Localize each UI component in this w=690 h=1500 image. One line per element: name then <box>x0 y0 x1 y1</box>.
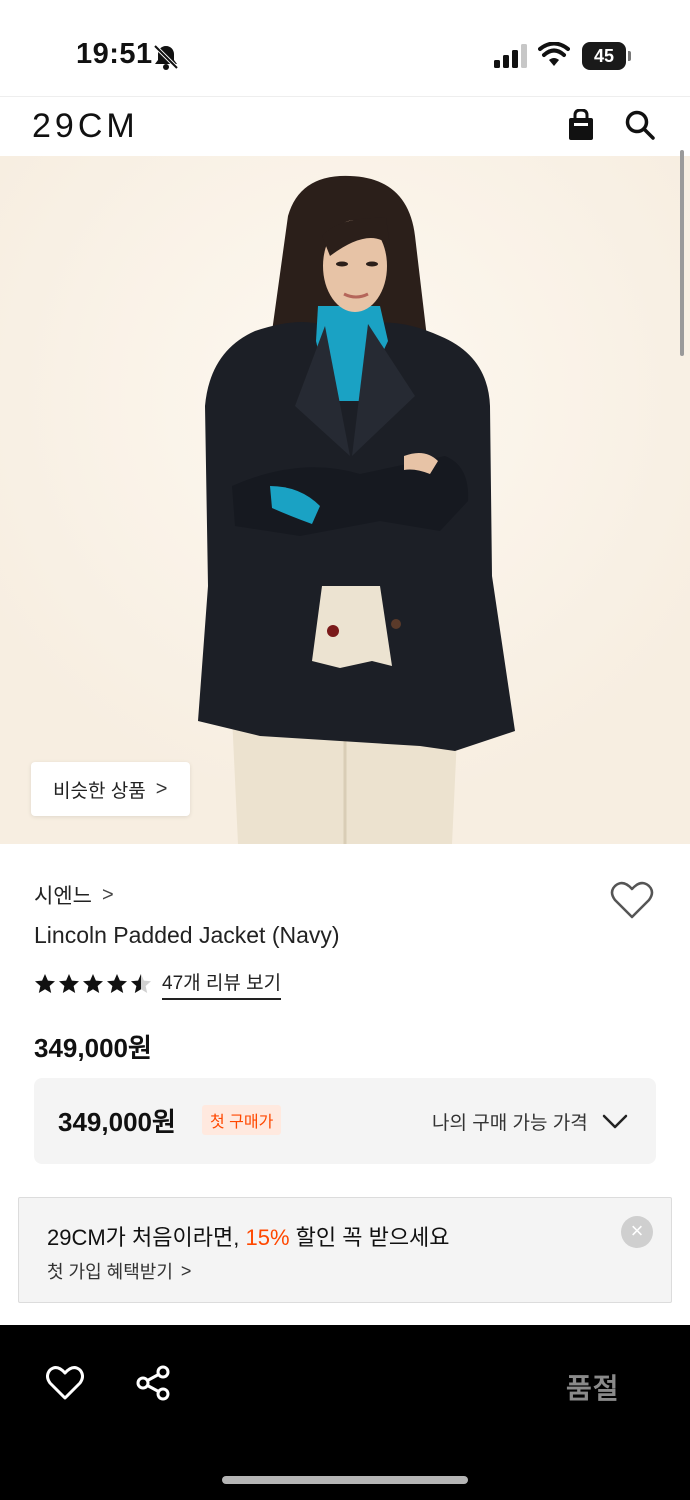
first-purchase-badge: 첫 구매가 <box>202 1105 282 1135</box>
star-icon <box>59 974 79 993</box>
app-header: 29CM <box>0 96 690 156</box>
scroll-indicator <box>680 150 684 356</box>
coupon-discount: 15% <box>245 1225 290 1250</box>
model-illustration <box>0 156 690 844</box>
chevron-right-icon: > <box>180 1260 192 1281</box>
signup-benefit-label: 첫 가입 혜택받기 <box>47 1262 173 1282</box>
status-time: 19:51 <box>76 38 153 70</box>
brand-name: 시엔느 <box>34 885 92 908</box>
coupon-title-prefix: 29CM가 처음이라면, <box>47 1225 246 1250</box>
signup-benefit-link[interactable]: 첫 가입 혜택받기 > <box>47 1258 191 1284</box>
bell-slash-icon <box>153 44 179 70</box>
sold-out-button[interactable]: 품절 <box>566 1367 620 1407</box>
chevron-down-icon <box>602 1114 628 1129</box>
half-star-icon <box>131 974 151 993</box>
search-icon[interactable] <box>624 109 656 141</box>
battery-icon: 45 <box>582 42 631 70</box>
brand-link[interactable]: 시엔느 > <box>34 880 114 910</box>
battery-level: 45 <box>582 42 626 70</box>
shopping-bag-icon[interactable] <box>566 109 596 141</box>
star-icon <box>107 974 127 993</box>
product-image[interactable]: 비슷한 상품 > <box>0 156 690 844</box>
status-bar: 19:51 45 <box>0 0 690 96</box>
signup-coupon-banner[interactable]: 29CM가 처음이라면, 15% 할인 꼭 받으세요 첫 가입 혜택받기 > × <box>18 1197 672 1303</box>
chevron-right-icon: > <box>155 777 168 800</box>
similar-products-label: 비슷한 상품 <box>53 780 146 802</box>
heart-icon[interactable] <box>610 880 654 920</box>
coupon-title: 29CM가 처음이라면, 15% 할인 꼭 받으세요 <box>47 1220 450 1252</box>
product-name: Lincoln Padded Jacket (Navy) <box>34 922 340 948</box>
similar-products-button[interactable]: 비슷한 상품 > <box>31 762 190 816</box>
share-icon[interactable] <box>134 1365 172 1401</box>
star-rating <box>34 973 152 995</box>
star-icon <box>35 974 55 993</box>
first-purchase-price: 349,000원 <box>58 1107 176 1137</box>
battery-cap <box>628 51 631 61</box>
my-available-price-label: 나의 구매 가능 가격 <box>432 1113 588 1134</box>
heart-icon[interactable] <box>46 1365 84 1401</box>
chevron-right-icon: > <box>101 883 114 906</box>
brand-logo[interactable]: 29CM <box>32 107 139 146</box>
coupon-title-suffix: 할인 꼭 받으세요 <box>289 1225 450 1250</box>
star-icon <box>83 974 103 993</box>
product-price: 349,000원 <box>34 1033 152 1063</box>
close-icon[interactable]: × <box>621 1216 653 1248</box>
cellular-signal-icon <box>494 44 527 68</box>
home-indicator <box>222 1476 468 1484</box>
bottom-action-bar: 품절 <box>0 1325 690 1500</box>
rating-row: 47개 리뷰 보기 <box>34 968 282 1000</box>
wifi-icon <box>538 42 570 66</box>
my-price-box[interactable]: 349,000원 첫 구매가 나의 구매 가능 가격 <box>34 1078 656 1164</box>
review-link[interactable]: 47개 리뷰 보기 <box>162 968 282 1000</box>
